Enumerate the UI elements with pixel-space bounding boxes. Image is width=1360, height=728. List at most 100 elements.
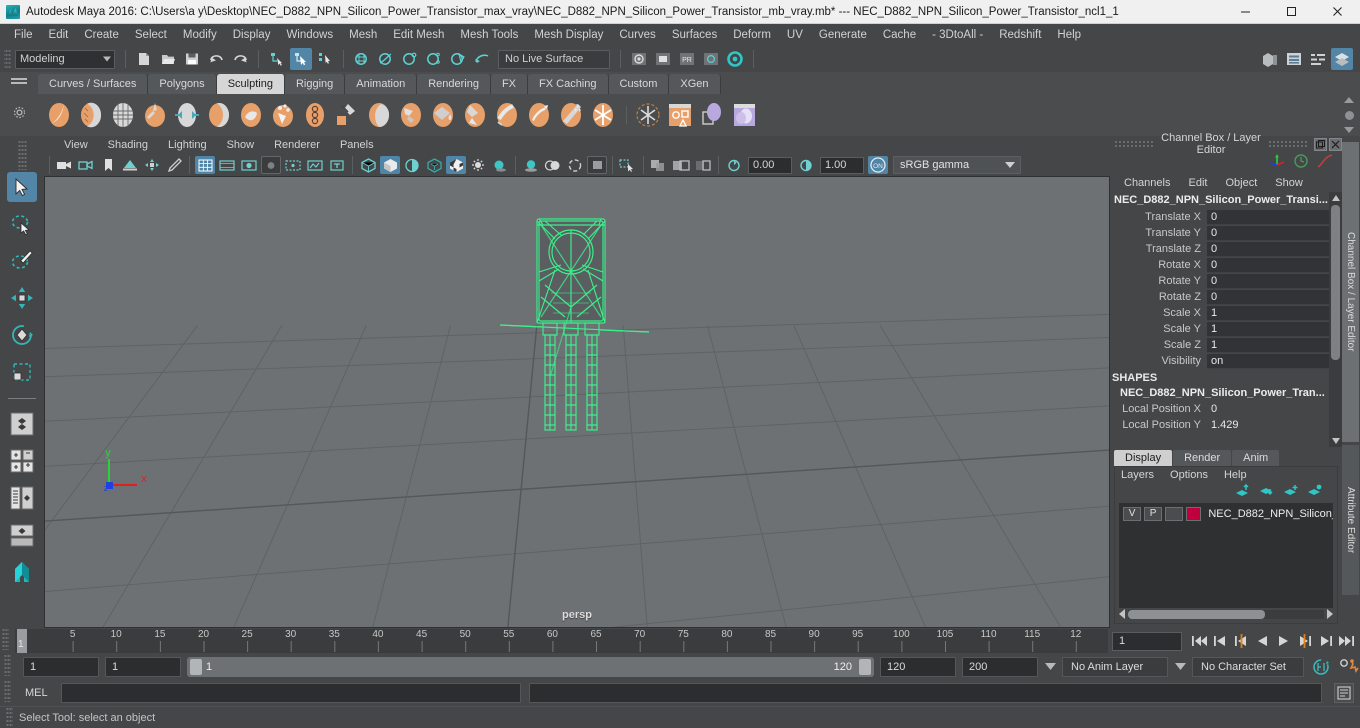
current-frame-field[interactable]: 1 [1112,631,1182,651]
playback-end-time-field[interactable]: 120 [880,657,956,677]
channelbox-menu-channels[interactable]: Channels [1124,177,1170,189]
menu-edit[interactable]: Edit [41,27,77,43]
color-management-toggle-icon[interactable]: ON [868,156,888,174]
bulge-tool-icon[interactable] [524,100,554,130]
show-hide-modeling-toolkit-icon[interactable] [1259,48,1281,70]
maximize-button[interactable] [1268,0,1314,24]
step-back-frame-button[interactable] [1232,632,1251,651]
shelf-menu-icon[interactable] [11,78,27,88]
channelbox-menu-show[interactable]: Show [1275,177,1303,189]
menu-edit-mesh[interactable]: Edit Mesh [385,27,452,43]
panel-undock-button[interactable] [1314,137,1327,151]
timeslider-grip[interactable] [2,628,9,650]
panel-close-button[interactable] [1329,137,1342,151]
flatten-tool-icon[interactable] [204,100,234,130]
repeat-tool-icon[interactable] [300,100,330,130]
select-camera-icon[interactable] [54,156,74,174]
menu-redshift[interactable]: Redshift [991,27,1049,43]
rangeslider-grip[interactable] [4,654,11,676]
paint-select-tool-button[interactable] [7,246,37,276]
menu-help[interactable]: Help [1049,27,1089,43]
channel-row-rotate-z[interactable]: Rotate Z 0 [1110,289,1329,305]
layer-state-toggle[interactable] [1165,506,1184,521]
render-current-frame-icon[interactable] [628,48,650,70]
anim-end-time-field[interactable]: 200 [962,657,1038,677]
clock-icon[interactable] [1292,153,1310,174]
attribute-value[interactable]: 0 [1207,273,1329,289]
move-tool-button[interactable] [7,283,37,313]
menu-generate[interactable]: Generate [811,27,875,43]
grease-pencil-icon[interactable] [164,156,184,174]
fill-tool-icon[interactable] [428,100,458,130]
rotate-tool-button[interactable] [7,320,37,350]
open-scene-icon[interactable] [157,48,179,70]
color-management-selector[interactable]: sRGB gamma [893,156,1021,174]
range-bar[interactable]: 1 120 [187,657,874,677]
layer-list[interactable]: V P NEC_D882_NPN_Silicon_l [1119,503,1333,608]
scroll-down-icon[interactable] [1331,438,1340,444]
viewport-menu-shading[interactable]: Shading [98,139,158,151]
film-gate-icon[interactable] [217,156,237,174]
screen-space-ao-icon[interactable] [521,156,541,174]
curve-graph-icon[interactable] [1316,153,1334,174]
camera-attributes-icon[interactable] [76,156,96,174]
exposure-field[interactable]: 0.00 [748,156,792,174]
shelf-tab-custom[interactable]: Custom [608,74,670,94]
two-dimensional-pan-zoom-icon[interactable] [142,156,162,174]
layer-playback-toggle[interactable]: P [1144,506,1163,521]
gamma-field[interactable]: 1.00 [820,156,864,174]
channel-row-rotate-x[interactable]: Rotate X 0 [1110,257,1329,273]
menu-mesh-tools[interactable]: Mesh Tools [452,27,526,43]
film-gate-display-icon[interactable] [283,156,303,174]
snap-to-grid-icon[interactable] [351,48,373,70]
character-set-selector[interactable]: No Character Set [1192,657,1304,677]
play-forwards-button[interactable] [1274,632,1293,651]
create-layer-from-selected-icon[interactable] [1307,484,1323,503]
sculpt-tool-settings-icon[interactable] [665,100,695,130]
transistor-model-wireframe[interactable] [45,177,1105,628]
shelf-scroll-up-icon[interactable] [1344,97,1354,103]
shelf-tab-animation[interactable]: Animation [345,74,418,94]
channel-row-local-position-x[interactable]: Local Position X 0 [1110,401,1329,417]
viewport-menu-show[interactable]: Show [217,139,265,151]
layer-row[interactable]: V P NEC_D882_NPN_Silicon_l [1119,503,1333,522]
attribute-value[interactable]: 0 [1207,289,1329,305]
attribute-value[interactable]: 1 [1207,305,1329,321]
live-surface-field[interactable]: No Live Surface [498,49,610,69]
animation-preferences-icon[interactable] [1338,657,1360,677]
panel-grip[interactable] [1114,140,1154,148]
mel-output-field[interactable] [529,683,1322,703]
scroll-right-icon[interactable] [1327,609,1333,619]
image-plane-icon[interactable] [120,156,140,174]
new-scene-icon[interactable] [133,48,155,70]
shelf-tab-rigging[interactable]: Rigging [284,74,346,94]
shelf-tab-rendering[interactable]: Rendering [417,74,491,94]
menu-surfaces[interactable]: Surfaces [664,27,725,43]
resolution-gate-icon[interactable] [239,156,259,174]
layer-menu-options[interactable]: Options [1170,469,1208,481]
helpline-grip[interactable] [6,707,13,727]
scroll-thumb[interactable] [1331,205,1340,360]
shelf-tab-sculpting[interactable]: Sculpting [216,74,285,94]
scroll-track[interactable] [1128,609,1324,619]
redo-icon[interactable] [229,48,251,70]
shelf-tab-polygons[interactable]: Polygons [148,74,217,94]
outliner-persp-layout-button[interactable] [7,483,37,513]
close-button[interactable] [1314,0,1360,24]
layer-menu-layers[interactable]: Layers [1121,469,1154,481]
attribute-value[interactable]: 0 [1207,209,1329,225]
attribute-value[interactable]: 0 [1207,257,1329,273]
go-to-end-button[interactable] [1337,632,1356,651]
channel-row-scale-x[interactable]: Scale X 1 [1110,305,1329,321]
viewport-menu-panels[interactable]: Panels [330,139,384,151]
gate-mask-icon[interactable] [261,156,281,174]
panel-grip-2[interactable] [1268,140,1308,148]
wireframe-shading-icon[interactable] [358,156,378,174]
use-all-lights-icon[interactable] [468,156,488,174]
channel-box-scrollbar[interactable] [1329,192,1342,447]
script-editor-button[interactable] [1334,683,1354,703]
scale-tool-button[interactable] [7,357,37,387]
menu-mesh-display[interactable]: Mesh Display [526,27,611,43]
shelf-tab-xgen[interactable]: XGen [669,74,721,94]
channelbox-menu-edit[interactable]: Edit [1188,177,1207,189]
